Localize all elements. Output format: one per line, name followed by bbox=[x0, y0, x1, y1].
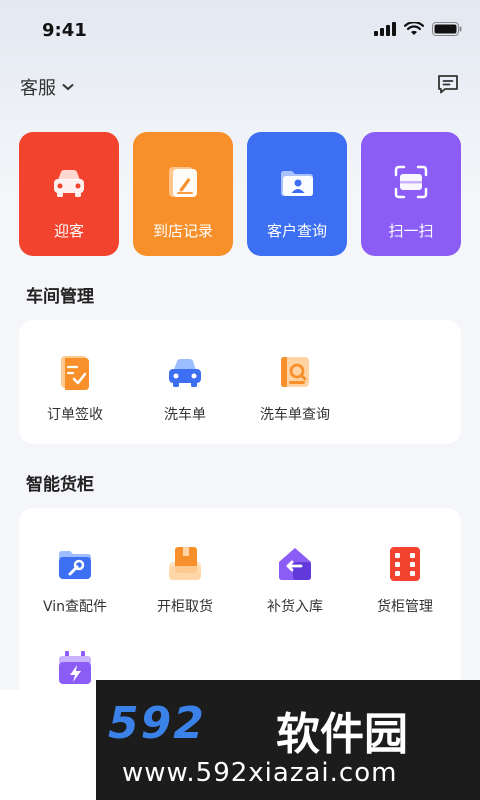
watermark-number: 592 bbox=[108, 698, 206, 749]
car-wash-search-icon bbox=[281, 357, 309, 387]
grid-item-label: 货柜管理 bbox=[377, 599, 433, 615]
quick-action-welcome[interactable]: 迎客 bbox=[19, 132, 119, 256]
watermark-banner: 592 软件园 www.592xiazai.com bbox=[96, 680, 480, 800]
grid-item-vin-parts[interactable]: Vin查配件 bbox=[20, 544, 130, 624]
grid-item-label: 订单签收 bbox=[47, 407, 103, 423]
quick-action-customer-search[interactable]: 客户查询 bbox=[247, 132, 347, 256]
grid-item-label: Vin查配件 bbox=[42, 599, 108, 615]
quick-actions: 迎客 到店记录 客户查询 扫一扫 bbox=[19, 132, 461, 256]
grid-item-car-wash[interactable]: 洗车单 bbox=[130, 352, 240, 432]
signal-icon bbox=[374, 22, 396, 36]
customer-service-dropdown[interactable]: 客服 bbox=[20, 74, 74, 100]
wifi-icon bbox=[404, 22, 424, 35]
grid-item-label: 开柜取货 bbox=[157, 599, 213, 615]
status-time: 9:41 bbox=[42, 20, 87, 41]
workshop-card: 订单签收 洗车单 洗车单查询 bbox=[19, 320, 461, 444]
grid-item-order-sign[interactable]: 订单签收 bbox=[20, 352, 130, 432]
status-icons bbox=[374, 22, 462, 36]
chevron-down-icon bbox=[62, 84, 74, 91]
quick-action-label: 迎客 bbox=[53, 222, 84, 240]
watermark-brand: 软件园 bbox=[276, 709, 408, 760]
quick-action-label: 到店记录 bbox=[152, 222, 213, 240]
box-icon bbox=[169, 547, 201, 580]
smart-cabinet-card: Vin查配件 开柜取货 补货入库 货柜管理 bbox=[19, 508, 461, 708]
quick-action-label: 扫一扫 bbox=[388, 222, 434, 240]
grid-item-open-cabinet[interactable]: 开柜取货 bbox=[130, 544, 240, 624]
grid-item-cabinet-management[interactable]: 货柜管理 bbox=[350, 544, 460, 624]
customer-icon bbox=[281, 171, 313, 196]
car-icon bbox=[54, 170, 84, 197]
top-header: 客服 bbox=[0, 66, 480, 106]
section-title-workshop: 车间管理 bbox=[26, 287, 94, 307]
message-icon[interactable] bbox=[436, 72, 460, 96]
order-sign-icon bbox=[61, 356, 89, 390]
status-bar: 9:41 bbox=[0, 0, 480, 60]
customer-service-label: 客服 bbox=[20, 78, 56, 99]
grid-item-restock[interactable]: 补货入库 bbox=[240, 544, 350, 624]
charge-icon bbox=[59, 651, 91, 684]
quick-action-scan[interactable]: 扫一扫 bbox=[361, 132, 461, 256]
wrench-folder-icon bbox=[59, 551, 91, 579]
battery-icon bbox=[432, 22, 462, 36]
grid-item-car-wash-search[interactable]: 洗车单查询 bbox=[240, 352, 350, 432]
cabinet-icon bbox=[390, 547, 420, 581]
watermark-url: www.592xiazai.com bbox=[122, 758, 398, 788]
grid-item-label: 补货入库 bbox=[267, 599, 323, 615]
scan-icon bbox=[394, 165, 428, 199]
restock-icon bbox=[279, 548, 311, 580]
record-icon bbox=[169, 167, 197, 197]
grid-item-label: 洗车单查询 bbox=[260, 407, 330, 423]
quick-action-label: 客户查询 bbox=[266, 222, 327, 240]
car-wash-icon bbox=[169, 359, 201, 387]
grid-item-label: 洗车单 bbox=[164, 407, 206, 423]
section-title-smart-cabinet: 智能货柜 bbox=[26, 475, 94, 495]
quick-action-visit-record[interactable]: 到店记录 bbox=[133, 132, 233, 256]
